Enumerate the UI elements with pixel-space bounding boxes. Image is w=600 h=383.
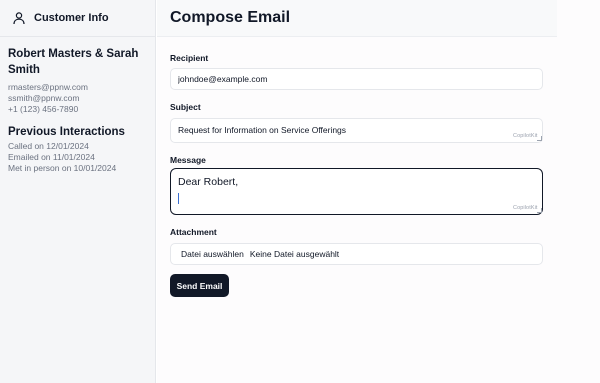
contact-email: rmasters@ppnw.com: [8, 82, 88, 92]
sidebar-header: Customer Info: [0, 0, 155, 37]
user-icon: [12, 11, 26, 25]
contact-phone: +1 (123) 456-7890: [8, 104, 79, 114]
choose-file-button[interactable]: Datei auswählen: [181, 249, 244, 259]
copilot-badge: CopilotKit: [513, 205, 538, 211]
message-label: Message: [170, 155, 206, 165]
interaction-item: Emailed on 11/01/2024: [8, 152, 95, 162]
interaction-item: Called on 12/01/2024: [8, 141, 89, 151]
recipient-label: Recipient: [170, 53, 209, 63]
interaction-item: Met in person on 10/01/2024: [8, 163, 117, 173]
contact-name: Robert Masters & Sarah Smith: [8, 48, 139, 76]
file-status: Keine Datei ausgewählt: [249, 249, 340, 259]
resize-handle[interactable]: [537, 208, 542, 213]
sidebar-body: Robert Masters & Sarah Smith rmasters@pp…: [0, 37, 155, 183]
send-email-button[interactable]: Send Email: [170, 274, 229, 297]
recipient-input[interactable]: [170, 68, 543, 90]
text-caret: [178, 193, 179, 204]
contact-email: ssmith@ppnw.com: [8, 93, 80, 103]
subject-input[interactable]: Request for Information on Service Offer…: [170, 118, 543, 143]
attachment-input[interactable]: Datei auswählen Keine Datei ausgewählt: [170, 243, 543, 265]
subject-label: Subject: [170, 102, 201, 112]
message-input[interactable]: Dear Robert,: [170, 168, 543, 215]
attachment-label: Attachment: [170, 227, 217, 237]
customer-info-sidebar: Customer Info Robert Masters & Sarah Smi…: [0, 0, 156, 383]
interactions-title: Previous Interactions: [8, 126, 125, 138]
copilot-badge: CopilotKit: [513, 133, 538, 139]
sidebar-title: Customer Info: [34, 12, 109, 24]
compose-header: Compose Email: [157, 0, 557, 37]
page-title: Compose Email: [170, 9, 291, 26]
compose-panel: Compose Email Recipient Subject Request …: [157, 0, 600, 383]
resize-handle[interactable]: [537, 136, 542, 141]
